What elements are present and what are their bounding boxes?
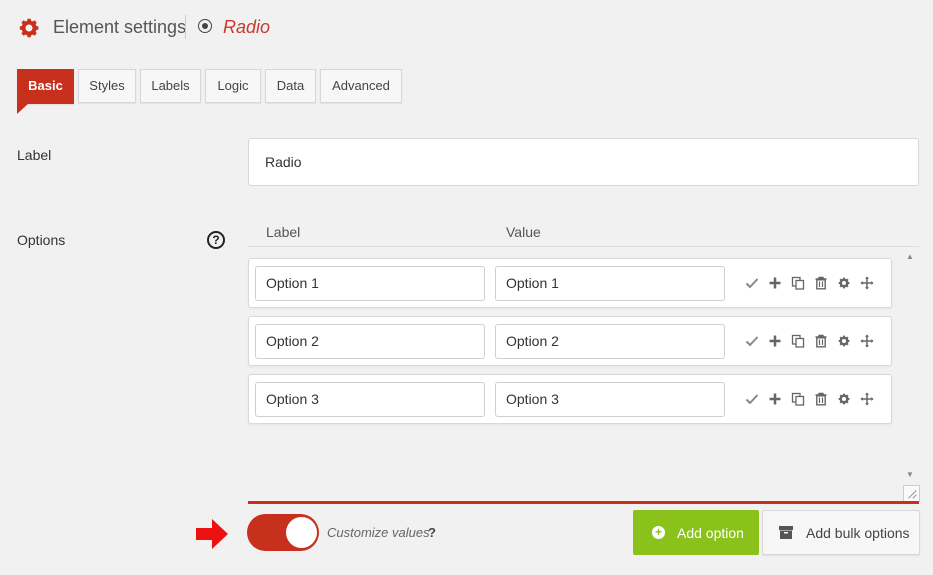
option-actions: [743, 332, 875, 350]
settings-header: Element settings Radio: [0, 0, 933, 56]
label-field-label: Label: [17, 147, 52, 163]
column-header-label: Label: [266, 224, 301, 240]
check-icon[interactable]: [743, 274, 760, 292]
column-header-value: Value: [506, 224, 541, 240]
help-icon[interactable]: ?: [207, 231, 225, 249]
customize-values-toggle[interactable]: [247, 514, 319, 551]
option-label-input[interactable]: Option 2: [255, 324, 485, 359]
label-input[interactable]: Radio: [248, 138, 919, 186]
plus-icon[interactable]: [766, 332, 783, 350]
customize-help-icon[interactable]: ?: [428, 525, 436, 540]
gear-icon[interactable]: [835, 332, 852, 350]
trash-icon[interactable]: [812, 274, 829, 292]
options-field-label: Options: [17, 232, 66, 248]
trash-icon[interactable]: [812, 332, 829, 350]
archive-box-icon: [779, 526, 793, 539]
trash-icon[interactable]: [812, 390, 829, 408]
customize-values-label: Customize values: [327, 525, 430, 540]
column-header-divider: [248, 246, 919, 247]
radio-icon: [198, 19, 212, 33]
check-icon[interactable]: [743, 332, 760, 350]
plus-icon[interactable]: [766, 390, 783, 408]
option-value-input[interactable]: Option 1: [495, 266, 725, 301]
tab-advanced[interactable]: Advanced: [320, 69, 402, 103]
move-icon[interactable]: [858, 332, 875, 350]
header-title: Element settings: [53, 17, 187, 37]
option-row-1: Option 1 Option 1: [248, 258, 892, 308]
add-bulk-options-label: Add bulk options: [806, 524, 910, 541]
tab-styles[interactable]: Styles: [78, 69, 136, 103]
option-value-input[interactable]: Option 3: [495, 382, 725, 417]
gear-icon[interactable]: [835, 274, 852, 292]
scroll-up-icon[interactable]: ▲: [906, 252, 914, 261]
tab-data[interactable]: Data: [265, 69, 316, 103]
copy-icon[interactable]: [789, 274, 806, 292]
check-icon[interactable]: [743, 390, 760, 408]
plus-icon[interactable]: [766, 274, 783, 292]
move-icon[interactable]: [858, 390, 875, 408]
header-divider: [185, 15, 186, 39]
option-value-input[interactable]: Option 2: [495, 324, 725, 359]
option-label-input[interactable]: Option 1: [255, 266, 485, 301]
option-row-3: Option 3 Option 3: [248, 374, 892, 424]
add-option-label: Add option: [677, 524, 744, 541]
tab-logic[interactable]: Logic: [205, 69, 261, 103]
element-type-label: Radio: [223, 17, 271, 37]
options-bottom-divider: [248, 501, 919, 504]
gear-icon: [17, 16, 41, 40]
plus-circle-icon: +: [652, 526, 665, 539]
add-option-button[interactable]: + Add option: [633, 510, 759, 555]
move-icon[interactable]: [858, 274, 875, 292]
add-bulk-options-button[interactable]: Add bulk options: [762, 510, 920, 555]
option-actions: [743, 390, 875, 408]
tab-labels[interactable]: Labels: [140, 69, 201, 103]
option-actions: [743, 274, 875, 292]
option-label-input[interactable]: Option 3: [255, 382, 485, 417]
scroll-down-icon[interactable]: ▼: [906, 470, 914, 479]
option-row-2: Option 2 Option 2: [248, 316, 892, 366]
resize-handle-icon[interactable]: [903, 485, 920, 502]
tab-basic[interactable]: Basic: [17, 69, 74, 114]
gear-icon[interactable]: [835, 390, 852, 408]
toggle-knob: [286, 517, 317, 548]
copy-icon[interactable]: [789, 332, 806, 350]
arrow-right-icon: [196, 519, 228, 549]
copy-icon[interactable]: [789, 390, 806, 408]
